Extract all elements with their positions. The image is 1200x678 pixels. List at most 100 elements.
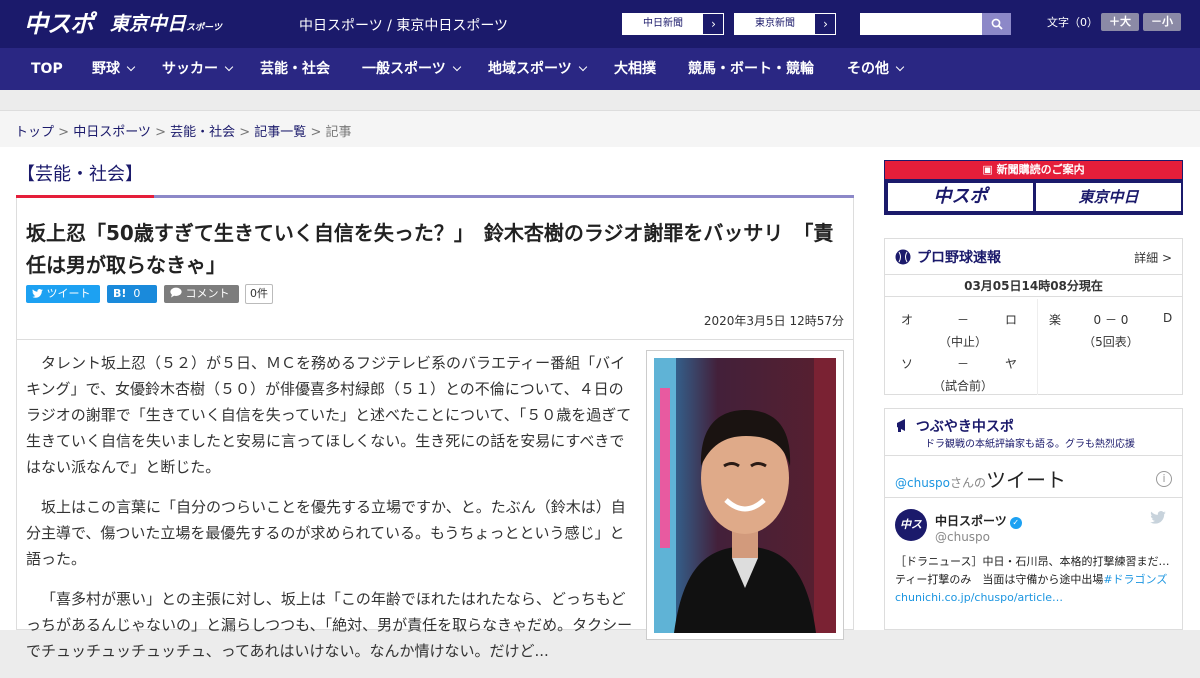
megaphone-icon xyxy=(897,419,905,432)
twitter-widget: つぶやき中スポ ドラ観戦の本紙評論家も語る。グラも熱烈応援 @chuspoさんの… xyxy=(884,408,1183,630)
chevron-down-icon xyxy=(895,62,905,72)
search-button[interactable] xyxy=(982,13,1011,35)
nav-entertainment[interactable]: 芸能・社会 xyxy=(260,48,330,90)
baseball-timestamp: 03月05日14時08分現在 xyxy=(885,275,1182,297)
nav-baseball[interactable]: 野球 xyxy=(92,48,136,90)
article-body: タレント坂上忍（５２）が５日、ＭＣを務めるフジテレビ系のバラエティー番組「バイキ… xyxy=(26,350,636,678)
nav-other[interactable]: その他 xyxy=(847,48,905,90)
person-portrait-illustration xyxy=(654,358,836,633)
font-smaller-button[interactable]: －小 xyxy=(1143,13,1181,31)
article-divider xyxy=(16,339,854,340)
tweet-label: ツイート xyxy=(46,287,91,300)
hatena-count: 0 xyxy=(133,287,141,300)
chunichi-shimbun-label: 中日新聞 xyxy=(643,18,683,29)
nav-label: 大相撲 xyxy=(614,61,656,77)
nav-label: 野球 xyxy=(92,61,120,77)
tokyo-logo-sub: スポーツ xyxy=(186,23,222,33)
twitter-handle-link[interactable]: @chuspo xyxy=(895,476,950,490)
comment-count: 0件 xyxy=(245,284,273,304)
category-heading: 【芸能・社会】 xyxy=(17,164,143,185)
twitter-bird-icon[interactable] xyxy=(1150,511,1166,524)
divider xyxy=(885,497,1182,498)
article-photo[interactable] xyxy=(654,358,836,633)
site-title[interactable]: 中日スポーツ / 東京中日スポーツ xyxy=(299,15,508,35)
baseball-more-link[interactable]: 詳細 > xyxy=(1134,249,1172,266)
game-away: ヤ xyxy=(1005,357,1018,371)
avatar[interactable]: 中スポ xyxy=(895,509,927,563)
speech-bubble-icon xyxy=(170,287,182,298)
article-paragraph: 「喜多村が悪い」との主張に対し、坂上は「この年齢でほれたはれたなら、どっちもどっ… xyxy=(26,590,633,660)
chevron-down-icon xyxy=(452,62,461,72)
twitter-subtitle: ドラ観戦の本紙評論家も語る。グラも熱烈応援 xyxy=(925,439,1135,450)
nav-label: 芸能・社会 xyxy=(260,61,330,77)
tweet-author-name: 中日スポーツ xyxy=(935,514,1007,528)
twitter-icon xyxy=(32,289,43,298)
chevron-down-icon xyxy=(224,62,234,72)
twitter-widget-title: つぶやき中スポ xyxy=(895,416,1014,436)
game-status: （試合前） xyxy=(932,379,993,393)
font-size-label: 文字（0） xyxy=(1047,16,1098,29)
comment-button[interactable]: コメント xyxy=(164,285,239,303)
breadcrumb-current: 記事 xyxy=(325,125,352,140)
handle-suffix: さんの xyxy=(950,476,987,490)
tokyo-shimbun-button[interactable]: 東京新聞 › xyxy=(734,13,836,35)
breadcrumb: トップ > 中日スポーツ > 芸能・社会 > 記事一覧 > 記事 xyxy=(15,125,352,140)
article-headline: 坂上忍「50歳すぎて生きていく自信を失った？」 鈴木杏樹のラジオ謝罪をバッサリ … xyxy=(26,221,834,277)
ad-space xyxy=(0,90,1200,111)
game-score: － xyxy=(956,357,969,371)
tokyo-chunichi-logo[interactable]: 東京中日スポーツ xyxy=(110,8,222,40)
article-paragraph: 坂上はこの言葉に「自分のつらいことを優先する立場ですか、と。たぶん（鈴木は）自分… xyxy=(26,498,626,568)
promo-heading: ▣ 新聞購読のご案内 xyxy=(885,161,1182,179)
nav-label: 競馬・ボート・競輪 xyxy=(688,61,814,77)
game-status: （5回表） xyxy=(1083,335,1139,349)
nav-general-sports[interactable]: 一般スポーツ xyxy=(362,48,461,90)
nav-top[interactable]: TOP xyxy=(31,48,63,90)
divider xyxy=(885,455,1182,456)
tweet-author[interactable]: 中日スポーツ ✓ xyxy=(935,512,1022,529)
tweet-text: ［ドラニュース］中日・石川昂、本格的打撃練習まだ…ティー打撃のみ 当面は守備から… xyxy=(895,553,1175,607)
nav-label: その他 xyxy=(847,61,889,77)
chunichi-shimbun-button[interactable]: 中日新聞 › xyxy=(622,13,724,35)
nav-label: 地域スポーツ xyxy=(488,61,572,77)
promo-tokyo-chunichi-logo[interactable]: 東京中日 xyxy=(1036,183,1181,211)
search-input[interactable] xyxy=(860,13,982,35)
game-status: （中止） xyxy=(938,335,987,349)
column-divider xyxy=(1037,299,1038,395)
game-score: － xyxy=(956,313,969,327)
baseball-scores-widget: プロ野球速報 詳細 > 03月05日14時08分現在 オ － ロ （中止） 楽 … xyxy=(884,238,1183,395)
info-icon[interactable]: i xyxy=(1156,471,1172,487)
breadcrumb-article-list[interactable]: 記事一覧 xyxy=(254,125,306,140)
hatena-bookmark-button[interactable]: B! 0 xyxy=(107,285,157,303)
search-icon xyxy=(991,18,1003,30)
nav-local-sports[interactable]: 地域スポーツ xyxy=(488,48,587,90)
chevron-down-icon xyxy=(578,62,587,72)
hatena-icon: B! xyxy=(113,287,127,300)
breadcrumb-top[interactable]: トップ xyxy=(15,125,54,140)
baseball-header: プロ野球速報 詳細 > xyxy=(885,239,1182,275)
game-home: オ xyxy=(901,313,914,327)
font-bigger-button[interactable]: ＋大 xyxy=(1101,13,1139,31)
twitter-title-text: つぶやき中スポ xyxy=(915,419,1014,435)
game-score: 0 － 0 xyxy=(1093,313,1129,327)
nav-sumo[interactable]: 大相撲 xyxy=(614,48,656,90)
article-paragraph: タレント坂上忍（５２）が５日、ＭＣを務めるフジテレビ系のバラエティー番組「バイキ… xyxy=(26,354,632,476)
game-home: ソ xyxy=(901,357,914,371)
breadcrumb-chunichi-sports[interactable]: 中日スポーツ xyxy=(73,125,151,140)
nav-soccer[interactable]: サッカー xyxy=(162,48,234,90)
chevron-right-icon: › xyxy=(815,14,835,34)
tokyo-shimbun-label: 東京新聞 xyxy=(755,18,795,29)
promo-chuspo-logo[interactable]: 中スポ xyxy=(888,183,1033,211)
tweets-word: ツイート xyxy=(986,468,1067,492)
tweets-by-heading: @chuspoさんのツイート xyxy=(895,464,1066,493)
tweet-button[interactable]: ツイート xyxy=(26,285,100,303)
tweet-username[interactable]: @chuspo xyxy=(935,530,990,544)
chuspo-logo[interactable]: 中スポ xyxy=(24,8,94,40)
top-header: 中スポ 東京中日スポーツ 中日スポーツ / 東京中日スポーツ 中日新聞 › 東京… xyxy=(0,0,1200,48)
nav-label: 一般スポーツ xyxy=(362,61,446,77)
main-nav: TOP 野球 サッカー 芸能・社会 一般スポーツ 地域スポーツ 大相撲 競馬・ボ… xyxy=(0,48,1200,90)
subscription-promo[interactable]: ▣ 新聞購読のご案内 中スポ 東京中日 xyxy=(884,160,1183,215)
breadcrumb-entertainment[interactable]: 芸能・社会 xyxy=(170,125,235,140)
chevron-down-icon xyxy=(126,62,136,72)
nav-keiba[interactable]: 競馬・ボート・競輪 xyxy=(688,48,814,90)
nav-label: TOP xyxy=(31,61,63,77)
